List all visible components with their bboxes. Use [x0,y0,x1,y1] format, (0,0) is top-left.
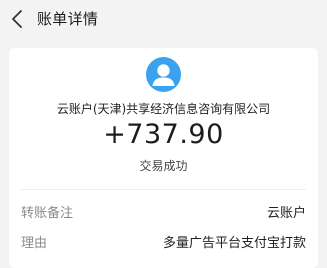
chevron-left-icon [12,10,22,28]
bill-detail-card: 云账户(天津)共享经济信息咨询有限公司 +737.90 交易成功 转账备注 云账… [9,48,318,268]
reason-value: 多量广告平台支付宝打款 [162,236,306,251]
user-avatar-icon [152,64,175,86]
merchant-name: 云账户(天津)共享经济信息咨询有限公司 [56,102,271,116]
transaction-amount: +737.90 [103,119,224,150]
reason-label: 理由 [21,236,48,251]
page-title: 账单详情 [37,10,99,28]
divider [21,189,306,190]
merchant-avatar [146,57,181,92]
remark-value: 云账户 [266,206,306,221]
back-button[interactable] [6,7,28,31]
remark-label: 转账备注 [21,206,74,221]
top-nav-bar: 账单详情 [0,0,327,40]
transaction-status: 交易成功 [139,159,188,173]
